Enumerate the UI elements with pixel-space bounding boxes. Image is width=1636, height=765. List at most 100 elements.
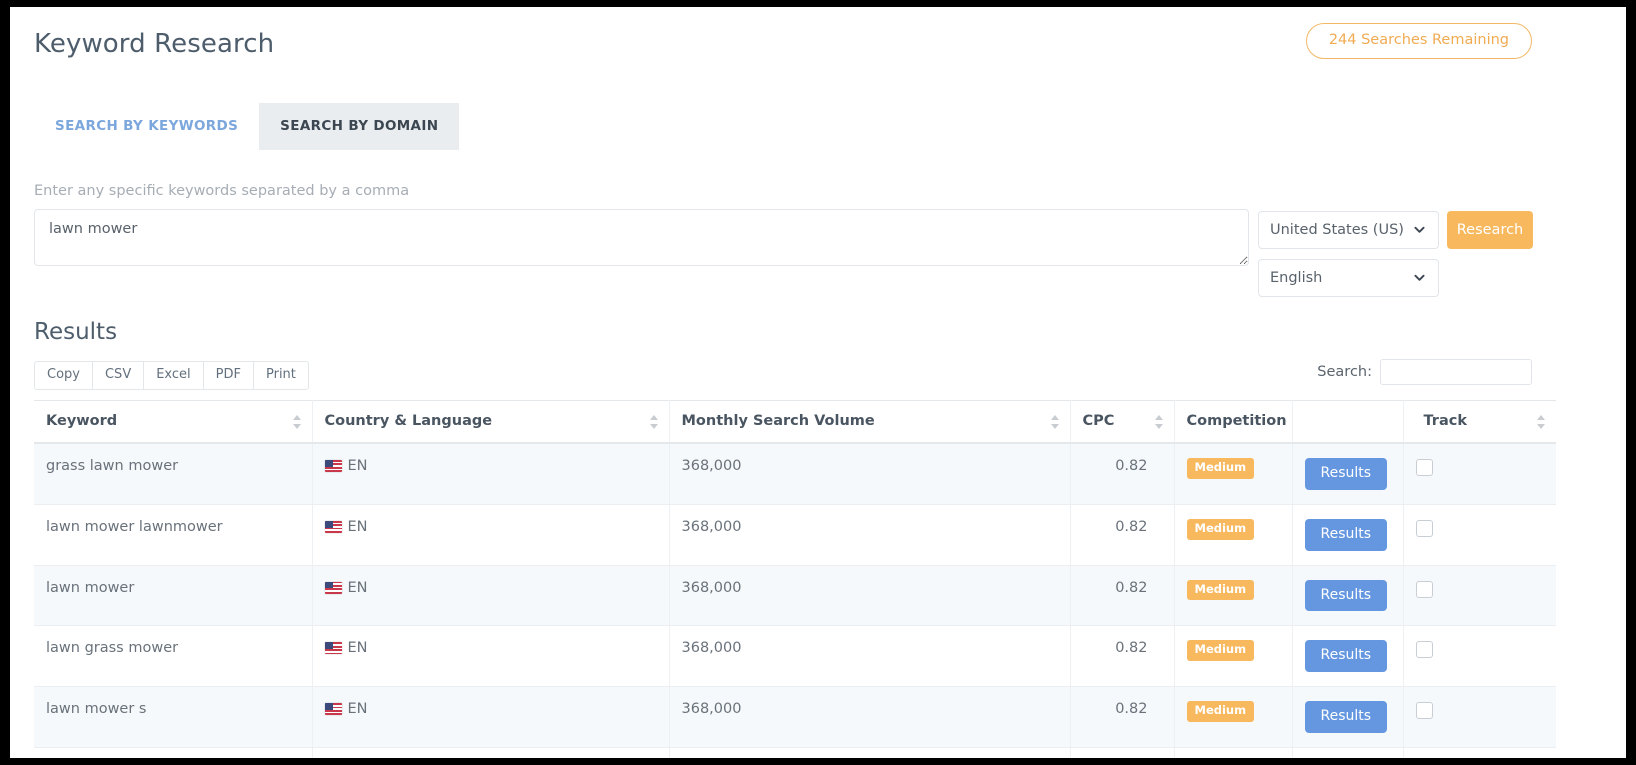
cell-competition: Medium [1174, 504, 1293, 566]
cell-monthly-search-volume: 368,000 [669, 625, 1071, 688]
col-header-country-language[interactable]: Country & Language [312, 400, 670, 444]
competition-badge: Medium [1186, 518, 1255, 540]
cell-country-language: EN [312, 565, 670, 627]
tab-search-by-domain[interactable]: SEARCH BY DOMAIN [259, 103, 460, 150]
col-header-label: Keyword [46, 413, 118, 429]
table-row: lawn mower EN 368,000 0.82 Medium Results [34, 565, 1556, 627]
cell-monthly-search-volume: 368,000 [669, 443, 1071, 505]
cell-keyword: grass lawn mower [34, 443, 313, 505]
cell-competition: Medium [1174, 686, 1293, 748]
cell-action: Results [1292, 443, 1404, 505]
tab-search-by-keywords[interactable]: SEARCH BY KEYWORDS [34, 103, 259, 150]
col-header-label: CPC [1082, 413, 1115, 429]
table-row: mower lawnEN368,0000.82MediumResults [34, 747, 1556, 758]
cell-language-label: EN [347, 579, 368, 596]
results-button[interactable]: Results [1304, 458, 1388, 490]
cell-monthly-search-volume: 368,000 [669, 747, 1071, 758]
sort-icon[interactable] [649, 414, 659, 429]
cell-action: Results [1292, 504, 1404, 566]
track-checkbox[interactable] [1415, 519, 1433, 537]
cell-country-language: EN [312, 747, 670, 758]
results-table: Keyword Country & Language Monthly Searc… [34, 400, 1556, 758]
table-search-label: Search: [1317, 364, 1372, 380]
cell-keyword: mower lawn [34, 747, 313, 758]
cell-action: Results [1292, 625, 1404, 688]
col-header-track[interactable]: Track [1403, 400, 1556, 444]
cell-cpc: 0.82 [1070, 625, 1175, 688]
col-header-keyword[interactable]: Keyword [34, 400, 313, 444]
sort-icon[interactable] [292, 414, 302, 429]
competition-badge: Medium [1186, 579, 1255, 601]
cell-keyword: lawn mower [34, 565, 313, 627]
cell-cpc: 0.82 [1070, 504, 1175, 566]
search-mode-tabs: SEARCH BY KEYWORDS SEARCH BY DOMAIN [34, 103, 460, 150]
cell-track [1403, 443, 1556, 505]
cell-country-language: EN [312, 504, 670, 566]
results-heading: Results [34, 319, 118, 345]
export-print-button[interactable]: Print [252, 361, 309, 391]
cell-language-label: EN [347, 640, 368, 657]
research-button[interactable]: Research [1447, 211, 1533, 249]
cell-monthly-search-volume: 368,000 [669, 565, 1071, 627]
cell-language-label: EN [347, 458, 368, 474]
cell-cpc: 0.82 [1070, 747, 1175, 758]
cell-keyword: lawn grass mower [34, 625, 313, 688]
sort-icon[interactable] [1050, 414, 1060, 429]
track-checkbox[interactable] [1415, 580, 1433, 598]
cell-language-label: EN [347, 518, 368, 535]
table-search: Search: [1317, 359, 1532, 385]
us-flag-icon [324, 703, 342, 716]
cell-track [1403, 747, 1556, 758]
results-button[interactable]: Results [1304, 701, 1388, 733]
table-header-row: Keyword Country & Language Monthly Searc… [34, 400, 1556, 444]
cell-track [1403, 686, 1556, 748]
table-row: grass lawn mower EN 368,000 0.82 Medium Resul… [34, 443, 1556, 505]
results-table-container: Keyword Country & Language Monthly Searc… [34, 400, 1556, 758]
export-pdf-button[interactable]: PDF [202, 361, 254, 391]
results-button[interactable]: Results [1304, 640, 1388, 673]
track-checkbox[interactable] [1415, 702, 1433, 720]
cell-monthly-search-volume: 368,000 [669, 686, 1071, 748]
cell-cpc: 0.82 [1070, 565, 1175, 627]
track-checkbox[interactable] [1415, 459, 1433, 476]
cell-action: Results [1292, 747, 1404, 758]
keywords-input[interactable] [34, 209, 1249, 266]
col-header-actions [1292, 400, 1404, 444]
competition-badge: Medium [1186, 640, 1255, 662]
results-button[interactable]: Results [1304, 579, 1388, 612]
us-flag-icon [324, 581, 342, 594]
cell-keyword: lawn mower lawnmower [34, 504, 313, 566]
cell-cpc: 0.82 [1070, 443, 1175, 505]
cell-country-language: EN [312, 686, 670, 748]
results-button[interactable]: Results [1304, 518, 1388, 551]
export-button-group: Copy CSV Excel PDF Print [34, 361, 309, 391]
results-table-body: grass lawn mower EN 368,000 0.82 Medium Resul… [34, 443, 1556, 758]
col-header-competition[interactable]: Competition [1174, 400, 1293, 444]
export-csv-button[interactable]: CSV [91, 361, 145, 391]
col-header-label: Monthly Search Volume [681, 413, 875, 429]
table-row: lawn mower s EN 368,000 0.82 Medium Results [34, 686, 1556, 748]
export-copy-button[interactable]: Copy [34, 361, 93, 391]
table-search-input[interactable] [1380, 359, 1532, 385]
cell-country-language: EN [312, 443, 670, 505]
sort-icon[interactable] [1537, 414, 1546, 429]
cell-action: Results [1292, 565, 1404, 627]
sort-icon[interactable] [1154, 414, 1164, 429]
cell-track [1403, 625, 1556, 688]
cell-competition: Medium [1174, 747, 1293, 758]
col-header-cpc[interactable]: CPC [1070, 400, 1175, 444]
track-checkbox[interactable] [1415, 641, 1433, 659]
language-select[interactable]: English [1258, 259, 1439, 297]
cell-competition: Medium [1174, 625, 1293, 688]
page-header: Keyword Research 244 Searches Remaining [10, 7, 1626, 85]
table-row: lawn mower lawnmower EN 368,000 0.82 Medium R… [34, 504, 1556, 566]
us-flag-icon [324, 460, 342, 472]
export-excel-button[interactable]: Excel [143, 361, 204, 391]
searches-remaining-badge: 244 Searches Remaining [1305, 23, 1532, 59]
country-select[interactable]: United States (US) [1258, 211, 1439, 249]
cell-track [1403, 565, 1556, 627]
col-header-label: Competition [1186, 413, 1287, 429]
us-flag-icon [324, 642, 342, 655]
col-header-monthly-search-volume[interactable]: Monthly Search Volume [669, 400, 1071, 444]
table-row: lawn grass mower EN 368,000 0.82 Medium Resul… [34, 625, 1556, 688]
